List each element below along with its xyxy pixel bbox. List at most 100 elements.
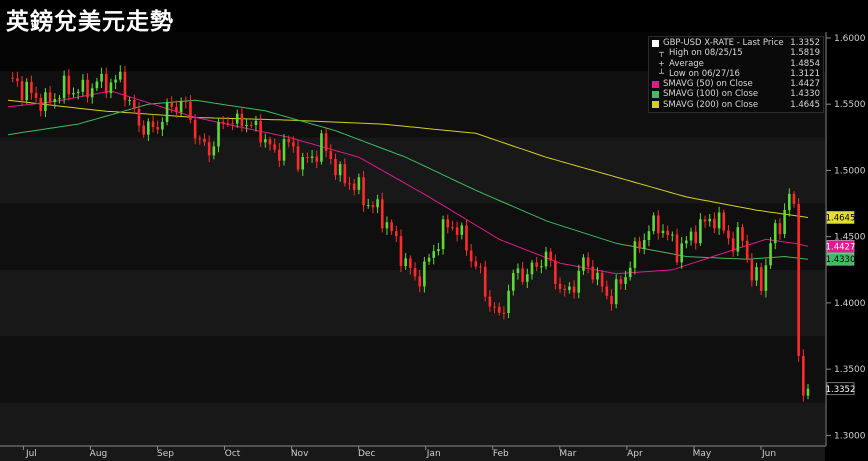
legend-checkbox-icon[interactable]	[652, 39, 659, 47]
high-marker-icon: ┬	[659, 48, 664, 58]
legend-row-high: ┬ High on 08/25/15 1.5819	[652, 48, 820, 58]
candle-down	[39, 98, 43, 111]
x-tick-label: Jan	[426, 449, 441, 459]
candle-up	[44, 92, 47, 111]
sma50-swatch-icon	[652, 80, 659, 88]
candle-up	[441, 219, 445, 250]
candle-down	[324, 133, 328, 151]
y-tick-label: 1.4000	[834, 299, 866, 309]
x-tick-label: Dec	[358, 449, 375, 459]
candle-up	[179, 101, 183, 113]
candle-up	[661, 230, 665, 234]
candle-up	[516, 268, 520, 274]
y-tick-label: 1.3500	[834, 365, 866, 375]
candle-down	[563, 288, 567, 291]
chart-legend: GBP-USD X-RATE - Last Price 1.3352 ┬ High…	[648, 36, 824, 114]
candle-down	[334, 159, 337, 176]
candle-down	[221, 122, 225, 124]
candle-down	[184, 101, 188, 103]
candle-down	[306, 156, 309, 158]
candle-down	[170, 102, 174, 107]
candle-up	[338, 164, 342, 176]
y-tick-label: 1.5500	[834, 100, 866, 110]
candle-down	[455, 227, 459, 235]
candle-down	[11, 77, 14, 79]
candle-up	[128, 99, 131, 101]
x-tick-label: Mar	[559, 449, 576, 459]
candle-up	[53, 99, 57, 103]
legend-row-label: SMAVG (200) on Close	[663, 99, 759, 110]
candle-down	[666, 230, 669, 236]
candle-up	[685, 240, 688, 244]
candle-up	[525, 274, 529, 282]
legend-row-average: + Average 1.4854	[652, 59, 820, 69]
candle-up	[699, 219, 702, 244]
candle-up	[708, 218, 712, 222]
x-tick-label: Jun	[761, 449, 776, 459]
candle-down	[67, 75, 71, 95]
candle-up	[511, 273, 515, 291]
candle-down	[399, 236, 403, 267]
candle-down	[395, 231, 398, 237]
candle-down	[558, 283, 562, 289]
candle-down	[488, 296, 492, 307]
candle-up	[58, 98, 61, 100]
candle-up	[357, 177, 361, 190]
candle-down	[502, 312, 506, 314]
legend-row-value: 1.5819	[790, 48, 820, 59]
legend-row-value: 1.4854	[790, 58, 820, 69]
candle-down	[343, 164, 347, 184]
candle-down	[273, 144, 276, 150]
candle-down	[231, 123, 234, 125]
candle-down	[731, 238, 735, 252]
candle-up	[423, 261, 426, 287]
legend-row-low: ┴ Low on 06/27/16 1.3121	[652, 69, 820, 79]
sma200-swatch-icon	[652, 101, 659, 109]
candle-down	[802, 355, 805, 396]
candle-up	[212, 146, 216, 156]
candle-down	[292, 142, 295, 147]
candle-down	[465, 225, 468, 251]
candle-down	[600, 272, 604, 287]
x-tick-label: Aug	[90, 449, 108, 459]
legend-row-label: High on 08/25/15	[669, 48, 743, 59]
candle-up	[95, 81, 99, 89]
candle-up	[544, 251, 548, 267]
candle-down	[745, 240, 749, 260]
candle-down	[48, 92, 52, 103]
candle-down	[727, 230, 730, 239]
candle-up	[118, 71, 122, 80]
candle-up	[689, 231, 693, 241]
candle-up	[254, 120, 258, 126]
candle-down	[137, 108, 141, 126]
candle-up	[437, 249, 440, 252]
candle-down	[619, 279, 623, 284]
candle-up	[806, 388, 810, 396]
candle-down	[521, 268, 524, 282]
candle-down	[451, 227, 454, 229]
candle-up	[100, 73, 103, 82]
candle-up	[787, 193, 791, 210]
candle-down	[278, 149, 281, 161]
legend-row-value: 1.4645	[790, 99, 820, 110]
candle-down	[591, 266, 595, 280]
candle-up	[165, 102, 169, 122]
candle-down	[380, 199, 384, 229]
candle-up	[652, 215, 655, 232]
candle-down	[497, 306, 501, 313]
candle-down	[694, 231, 698, 244]
candle-down	[259, 120, 262, 143]
price-bands	[0, 71, 825, 461]
candle-up	[614, 279, 618, 305]
x-tick-label: Apr	[627, 449, 643, 459]
x-tick-label: May	[693, 449, 712, 459]
candle-down	[483, 266, 487, 297]
candle-up	[773, 223, 777, 244]
candle-down	[586, 257, 590, 267]
candle-up	[642, 239, 646, 249]
candle-up	[427, 257, 431, 262]
candle-down	[675, 234, 679, 263]
candle-up	[366, 205, 370, 207]
low-marker-icon: ┴	[659, 68, 664, 78]
candle-down	[750, 259, 754, 281]
